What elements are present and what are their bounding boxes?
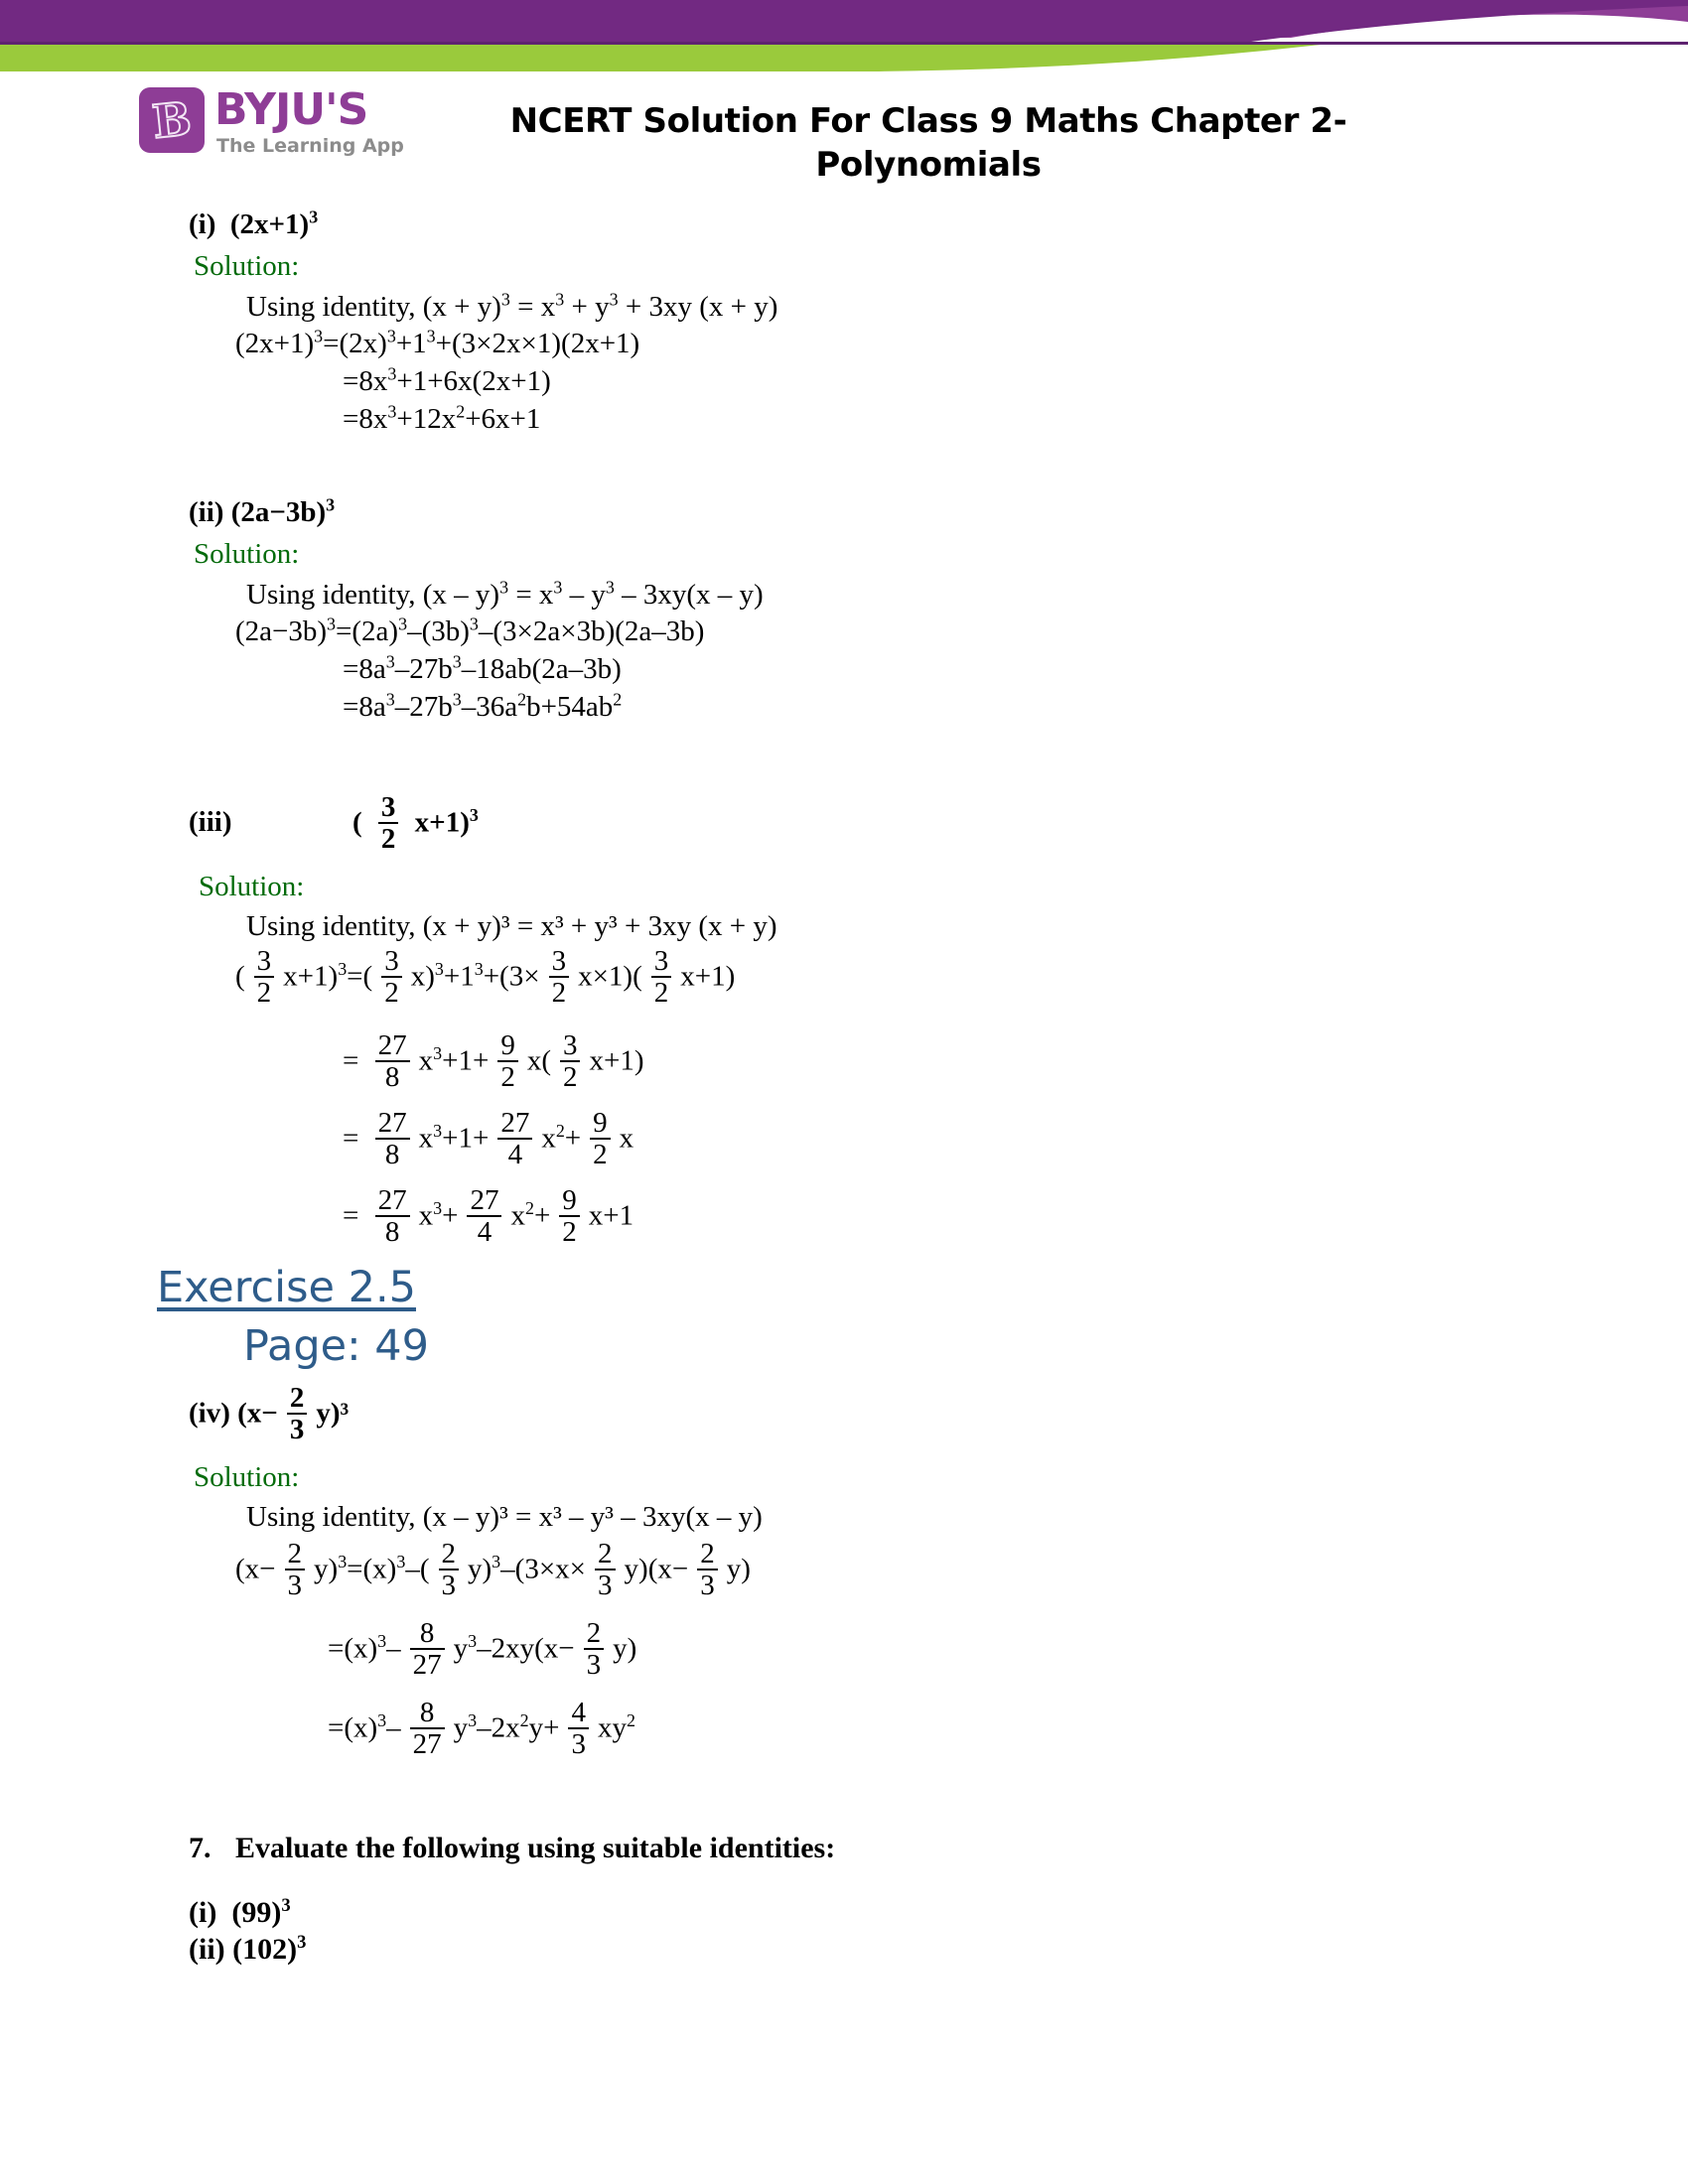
question-label-iv: (iv) (x− 2 3 y)³ bbox=[189, 1382, 350, 1445]
exercise-heading[interactable]: Exercise 2.5 bbox=[157, 1263, 416, 1312]
fraction-two-thirds: 23 bbox=[697, 1539, 718, 1600]
fraction-two-thirds: 23 bbox=[284, 1539, 306, 1600]
solution-line-iv-2: =(x)3– 8 27 y3–2xy(x− 2 3 y) bbox=[328, 1617, 637, 1681]
fraction-nine-halves: 92 bbox=[559, 1185, 580, 1247]
solution-line-ii-3: =8a3–27b3–18ab(2a–3b) bbox=[343, 651, 622, 685]
question-label-i: (i) (2x+1)3 bbox=[189, 206, 319, 240]
fraction-three-halves: 32 bbox=[559, 1030, 581, 1092]
page-title-line-2: Polynomials bbox=[815, 145, 1042, 185]
document-page: B BYJU'S The Learning App NCERT Solution… bbox=[0, 0, 1688, 2184]
solution-line-iv-1: (x− 2 3 y)3=(x)3–(2 3 y)3–(3×x× 2 3 y)(x− 2 3 y) bbox=[235, 1538, 751, 1601]
solution-line-ii-4: =8a3–27b3–36a2b+54ab2 bbox=[343, 689, 623, 723]
page-title-line-1: NCERT Solution For Class 9 Maths Chapter… bbox=[509, 101, 1347, 141]
fraction-four-thirds: 43 bbox=[568, 1698, 589, 1759]
header-decoration bbox=[0, 0, 1688, 79]
solution-line-i-4: =8x3+12x2+6x+1 bbox=[343, 401, 541, 435]
question-label-iii: (iii) bbox=[189, 806, 232, 838]
solution-line-iii-3: = 27 8 x3+1+ 27 4 x2+ 9 2 x bbox=[343, 1107, 634, 1170]
fraction-eight-twentysevenths: 8 27 bbox=[409, 1698, 445, 1759]
question-expression-iii: ( 32 x+1)3 bbox=[352, 791, 479, 855]
solution-line-iv-identity: Using identity, (x – y)³ = x³ – y³ – 3xy… bbox=[246, 1501, 763, 1533]
solution-label-i: Solution: bbox=[194, 250, 300, 282]
fraction-eight-twentysevenths: 8 27 bbox=[409, 1618, 445, 1680]
fraction-three-halves: 32 bbox=[381, 946, 402, 1008]
solution-line-i-1: Using identity, (x + y)3 = x3 + y3 + 3xy… bbox=[246, 289, 778, 323]
question-7-item-ii: (ii) (102)3 bbox=[189, 1932, 307, 1966]
fraction-twentyseven-fourths: 27 4 bbox=[497, 1108, 533, 1169]
logo-wordmark: BYJU'S bbox=[214, 84, 368, 135]
solution-line-ii-1: Using identity, (x – y)3 = x3 – y3 – 3xy… bbox=[246, 577, 764, 611]
solution-line-iii-4: = 27 8 x3+ 27 4 x2+ 9 2 x+1 bbox=[343, 1184, 634, 1248]
fraction-twentyseven-eighths: 27 8 bbox=[374, 1108, 410, 1169]
solution-line-i-3: =8x3+1+6x(2x+1) bbox=[343, 363, 551, 397]
fraction-nine-halves: 92 bbox=[590, 1108, 611, 1169]
fraction-nine-halves: 92 bbox=[497, 1030, 518, 1092]
question-7-number: 7. bbox=[189, 1832, 211, 1864]
fraction-twentyseven-eighths: 27 8 bbox=[374, 1185, 410, 1247]
solution-line-iv-3: =(x)3– 8 27 y3–2x2y+ 4 3 xy2 bbox=[328, 1697, 635, 1760]
fraction-three-halves: 32 bbox=[377, 792, 399, 854]
fraction-two-thirds: 23 bbox=[286, 1383, 308, 1444]
solution-line-iii-identity: Using identity, (x + y)³ = x³ + y³ + 3xy… bbox=[246, 910, 777, 942]
question-7-item-i: (i) (99)3 bbox=[189, 1895, 291, 1929]
solution-line-i-2: (2x+1)3=(2x)3+13+(3×2x×1)(2x+1) bbox=[235, 326, 640, 359]
solution-line-iii-2: = 27 8 x3+1+ 9 2 x(3 2 x+1) bbox=[343, 1029, 644, 1093]
logo-b-letter: B bbox=[149, 90, 195, 150]
fraction-two-thirds: 23 bbox=[595, 1539, 616, 1600]
fraction-twentyseven-eighths: 27 8 bbox=[374, 1030, 410, 1092]
question-label-ii: (ii) (2a−3b)3 bbox=[189, 494, 336, 528]
solution-label-ii: Solution: bbox=[194, 538, 300, 570]
solution-label-iv: Solution: bbox=[194, 1461, 300, 1493]
fraction-twentyseven-fourths: 27 4 bbox=[467, 1185, 502, 1247]
solution-label-iii: Solution: bbox=[199, 871, 305, 902]
fraction-three-halves: 32 bbox=[548, 946, 570, 1008]
fraction-three-halves: 32 bbox=[650, 946, 672, 1008]
logo-tagline: The Learning App bbox=[216, 135, 404, 157]
fraction-three-halves: 32 bbox=[253, 946, 275, 1008]
logo-mark-icon: B bbox=[139, 87, 205, 153]
exercise-page-label: Page: 49 bbox=[243, 1321, 429, 1371]
fraction-two-thirds: 23 bbox=[583, 1618, 605, 1680]
solution-line-iii-1: (3 2 x+1)3=(3 2 x)3+13+(3× 3 2 x×1)(3 2 x+1) bbox=[235, 945, 736, 1009]
page-title: NCERT Solution For Class 9 Maths Chapter… bbox=[427, 99, 1430, 187]
solution-line-ii-2: (2a−3b)3=(2a)3–(3b)3–(3×2a×3b)(2a–3b) bbox=[235, 614, 705, 647]
question-7-text: Evaluate the following using suitable id… bbox=[235, 1832, 836, 1864]
fraction-two-thirds: 23 bbox=[438, 1539, 459, 1600]
byjus-logo: B BYJU'S The Learning App bbox=[139, 84, 437, 171]
